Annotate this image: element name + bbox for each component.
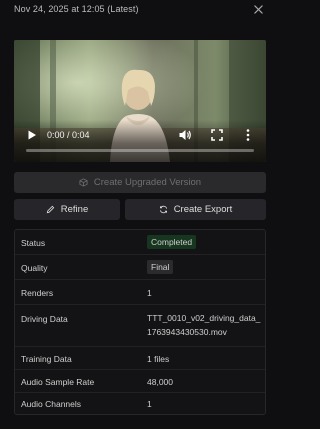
detail-key: Audio Sample Rate [21, 377, 95, 387]
detail-row-renders: Renders 1 [15, 280, 265, 305]
detail-key: Status [21, 238, 46, 248]
detail-value: 48,000 [147, 377, 173, 387]
create-export-button[interactable]: Create Export [125, 199, 266, 220]
detail-row-status: Status Completed [15, 230, 265, 255]
fullscreen-icon[interactable] [210, 128, 224, 142]
panel-header: Nov 24, 2025 at 12:05 (Latest) [0, 0, 272, 18]
driving-data-filename-line2: 1763943430530.mov [147, 327, 227, 337]
version-detail-panel: Nov 24, 2025 at 12:05 (Latest) 0:00 / 0:… [0, 0, 272, 429]
video-player[interactable]: 0:00 / 0:04 [14, 40, 266, 162]
version-details-table: Status Completed Quality Final Renders 1… [14, 229, 266, 415]
play-icon[interactable] [26, 129, 38, 141]
version-timestamp: Nov 24, 2025 at 12:05 (Latest) [14, 4, 139, 14]
pencil-icon [46, 205, 54, 214]
quality-badge: Final [147, 260, 174, 274]
detail-row-audio-channels: Audio Channels 1 [15, 393, 265, 414]
detail-value: 1 [147, 288, 152, 298]
refine-button[interactable]: Refine [14, 199, 120, 220]
detail-row-training-data: Training Data 1 files [15, 347, 265, 370]
detail-key: Renders [21, 288, 54, 298]
detail-value: 1 [147, 399, 152, 409]
detail-row-driving-data: Driving Data TTT_0010_v02_driving_data_ … [15, 305, 265, 347]
create-upgraded-version-label: Create Upgraded Version [93, 177, 202, 188]
driving-data-filename-line1: TTT_0010_v02_driving_data_ [147, 313, 261, 323]
volume-icon[interactable] [178, 128, 192, 142]
more-vertical-icon[interactable] [244, 128, 252, 142]
cube-icon [79, 178, 88, 187]
create-upgraded-version-button[interactable]: Create Upgraded Version [14, 172, 266, 193]
detail-key: Audio Channels [21, 399, 82, 409]
detail-row-audio-sample-rate: Audio Sample Rate 48,000 [15, 370, 265, 393]
status-badge: Completed [147, 235, 197, 249]
video-timecode: 0:00 / 0:04 [47, 130, 90, 140]
refine-label: Refine [60, 204, 89, 215]
detail-key: Training Data [21, 354, 72, 364]
video-scrubber[interactable] [26, 149, 254, 152]
detail-key: Driving Data [21, 314, 68, 324]
refresh-icon [159, 205, 167, 214]
create-export-label: Create Export [173, 204, 233, 215]
detail-key: Quality [21, 263, 48, 273]
close-icon[interactable] [250, 1, 266, 17]
detail-row-quality: Quality Final [15, 255, 265, 280]
detail-value: 1 files [147, 354, 170, 364]
video-controls: 0:00 / 0:04 [14, 120, 266, 162]
driving-data-filename: TTT_0010_v02_driving_data_ 1763943430530… [147, 311, 260, 339]
